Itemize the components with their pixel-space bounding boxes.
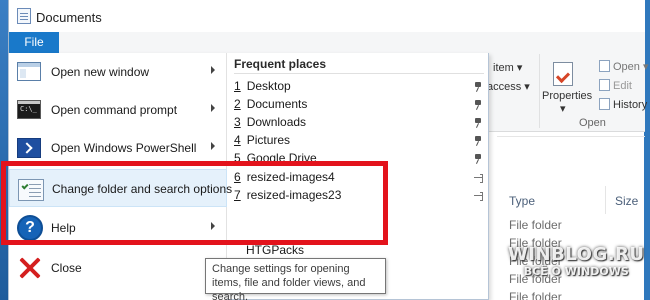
menu-item-open-command-prompt[interactable]: Open command prompt	[9, 91, 227, 129]
frequent-place-label: Downloads	[246, 115, 307, 129]
frequent-place-number: 2	[234, 97, 241, 111]
powershell-icon	[17, 138, 41, 158]
frequent-place-item[interactable]: 2 Documents	[234, 97, 484, 115]
watermark-main-text: WINBLOG.RU	[508, 244, 645, 265]
open-button[interactable]: Open ▾	[599, 60, 649, 73]
column-separator[interactable]	[605, 186, 606, 214]
submenu-arrow-icon	[211, 142, 215, 150]
history-label: History	[613, 99, 648, 111]
ribbon-group-open-label: Open	[579, 117, 606, 129]
frequent-place-label: Documents	[246, 97, 308, 111]
ribbon-item-dropdown[interactable]: item ▾	[493, 61, 522, 74]
file-type-cell[interactable]: File folder	[509, 218, 562, 232]
ribbon-access-label: access	[487, 81, 522, 93]
ribbon-access-dropdown[interactable]: access ▾	[487, 80, 530, 93]
frequent-place-item[interactable]: 6 resized-images4	[234, 170, 484, 188]
ribbon-item-label: item	[493, 62, 514, 74]
frequent-places-divider	[234, 73, 484, 74]
close-icon	[19, 257, 41, 279]
window-icon	[17, 62, 41, 81]
menu-item-change-folder-options[interactable]: Change folder and search options	[9, 169, 232, 207]
window-title: Documents	[36, 10, 102, 25]
history-button[interactable]: History	[599, 98, 647, 111]
desktop-background-left	[0, 0, 8, 300]
menu-item-close[interactable]: Close	[9, 249, 227, 287]
history-icon	[599, 98, 610, 110]
frequent-place-label: resized-images23	[246, 188, 342, 202]
pin-icon[interactable]	[474, 100, 482, 110]
column-header-type[interactable]: Type	[509, 194, 535, 208]
watermark-sub-text: ВСЁ О WINDOWS	[523, 265, 629, 278]
menu-item-open-powershell[interactable]: Open Windows PowerShell	[9, 129, 227, 167]
file-menu: Open new window Open command prompt Open…	[8, 53, 489, 300]
frequent-places-header: Frequent places	[234, 57, 327, 71]
frequent-place-item[interactable]: 3 Downloads	[234, 115, 484, 133]
command-prompt-icon	[17, 100, 41, 119]
frequent-place-number: 7	[234, 188, 241, 202]
frequent-place-label: HTGPacks	[246, 243, 305, 257]
frequent-place-label: Google Drive	[246, 151, 317, 165]
file-tab[interactable]: File	[9, 32, 59, 53]
title-bar[interactable]: Documents	[9, 0, 645, 32]
frequent-place-label: Desktop	[246, 79, 291, 93]
frequent-place-number: 3	[234, 115, 241, 129]
menu-item-label: Change folder and search options	[52, 182, 233, 196]
frequent-place-item[interactable]: 4 Pictures	[234, 133, 484, 151]
ribbon-separator	[539, 54, 540, 128]
frequent-place-number: 6	[234, 170, 241, 184]
frequent-place-label: Pictures	[246, 133, 291, 147]
open-icon	[599, 60, 610, 72]
frequent-place-item[interactable]: 1 Desktop	[234, 79, 484, 97]
pin-icon[interactable]	[474, 118, 482, 128]
frequent-place-number: 4	[234, 133, 241, 147]
edit-label: Edit	[613, 80, 632, 92]
frequent-place-item[interactable]: 5 Google Drive	[234, 151, 484, 169]
pin-icon[interactable]	[474, 82, 482, 92]
tooltip: Change settings for opening items, file …	[205, 258, 386, 300]
unpinned-icon[interactable]	[474, 173, 483, 183]
submenu-arrow-icon	[211, 222, 215, 230]
column-header-size[interactable]: Size	[615, 194, 638, 208]
document-icon	[17, 8, 31, 24]
properties-dropdown-arrow[interactable]: ▾	[560, 102, 566, 115]
folder-options-icon	[18, 179, 44, 201]
open-label: Open	[613, 61, 640, 73]
file-menu-commands: Open new window Open command prompt Open…	[9, 53, 232, 300]
edit-button[interactable]: Edit	[599, 79, 632, 92]
frequent-place-number: 5	[234, 151, 241, 165]
submenu-arrow-icon	[211, 104, 215, 112]
frequent-place-item[interactable]: 7 resized-images23	[234, 188, 484, 206]
properties-icon[interactable]	[553, 62, 573, 86]
submenu-arrow-icon	[211, 66, 215, 74]
pin-icon[interactable]	[474, 136, 482, 146]
menu-item-label: Open Windows PowerShell	[51, 141, 197, 155]
menu-item-label: Open command prompt	[51, 103, 178, 117]
menu-item-label: Help	[51, 221, 76, 235]
menu-item-help[interactable]: ? Help	[9, 209, 227, 247]
address-bar-line	[497, 136, 645, 137]
menu-item-open-new-window[interactable]: Open new window	[9, 53, 227, 91]
watermark: WINBLOG.RU ВСЁ О WINDOWS	[508, 244, 645, 278]
menu-item-label: Close	[51, 261, 82, 275]
file-type-cell[interactable]: File folder	[509, 290, 562, 300]
frequent-place-number: 1	[234, 79, 241, 93]
pin-icon[interactable]	[474, 154, 482, 164]
edit-icon	[599, 79, 610, 91]
frequent-place-label: resized-images4	[246, 170, 335, 184]
properties-button[interactable]: Properties	[542, 90, 592, 102]
unpinned-icon[interactable]	[474, 191, 483, 201]
menu-item-label: Open new window	[51, 65, 150, 79]
help-icon: ?	[17, 215, 43, 241]
